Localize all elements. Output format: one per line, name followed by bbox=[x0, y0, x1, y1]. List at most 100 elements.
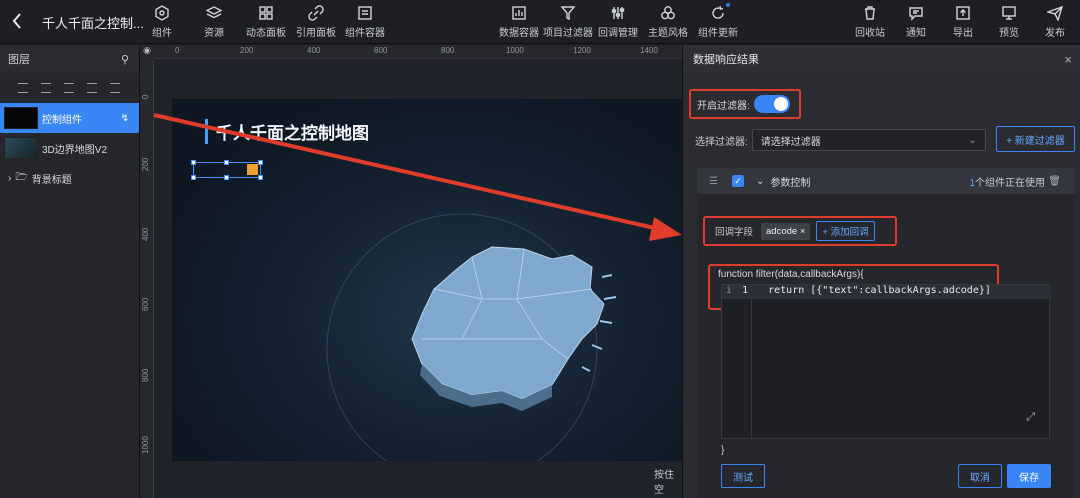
close-icon[interactable]: × bbox=[800, 226, 806, 237]
filter-label: 选择过滤器: bbox=[695, 136, 748, 148]
callback-manage-button[interactable]: 回调管理 bbox=[598, 3, 638, 41]
panel-header: 数据响应结果 × bbox=[683, 45, 1080, 73]
ruler-label: 200 bbox=[240, 46, 254, 55]
layer-item-control[interactable]: 控制组件 ↯ bbox=[0, 103, 139, 133]
ruler-label: 400 bbox=[307, 46, 321, 55]
move-bottom-icon[interactable] bbox=[41, 83, 51, 93]
reference-panel-button[interactable]: 引用面板 bbox=[296, 3, 336, 41]
ungroup-icon[interactable] bbox=[87, 83, 97, 93]
component-update-button[interactable]: 组件更新 bbox=[698, 3, 738, 41]
project-filter-button[interactable]: 项目过滤器 bbox=[543, 3, 593, 41]
resource-button[interactable]: 资源 bbox=[204, 3, 224, 41]
ruler-label: 1200 bbox=[573, 46, 591, 55]
canvas-stage[interactable]: 千人千面之控制地图 bbox=[172, 99, 682, 461]
move-top-icon[interactable] bbox=[18, 83, 28, 93]
layer-label: 控制组件 bbox=[42, 114, 82, 126]
publish-label: 发布 bbox=[1045, 28, 1065, 39]
dynamic-panel-button[interactable]: 动态面板 bbox=[246, 3, 286, 41]
group-icon[interactable] bbox=[64, 83, 74, 93]
preview-label: 预览 bbox=[999, 28, 1019, 39]
back-arrow-icon[interactable] bbox=[10, 11, 24, 31]
layer-item-map[interactable]: 3D边界地图V2 bbox=[0, 133, 139, 163]
component-label: 组件 bbox=[152, 28, 172, 39]
trash-icon[interactable]: 🗑 bbox=[1048, 176, 1061, 187]
recycle-bin-button[interactable]: 回收站 bbox=[855, 3, 885, 41]
code-editor[interactable]: i 1 return [{"text":callbackArgs.adcode}… bbox=[721, 284, 1051, 440]
search-icon[interactable]: ⚲ bbox=[121, 53, 129, 66]
callback-field-row: 回调字段 adcode × + 添加回调 bbox=[703, 216, 897, 246]
export-button[interactable]: 导出 bbox=[953, 3, 973, 41]
preview-icon bbox=[1001, 5, 1017, 21]
theme-style-label: 主题风格 bbox=[648, 28, 688, 39]
add-callback-button[interactable]: + 添加回调 bbox=[816, 221, 875, 241]
ruler-label: 1400 bbox=[640, 46, 658, 55]
eye-icon[interactable]: ◉ bbox=[140, 45, 154, 59]
test-button[interactable]: 测试 bbox=[721, 464, 765, 488]
filter-icon bbox=[560, 5, 576, 21]
ruler-label: 600 bbox=[374, 46, 388, 55]
layer-label: 3D边界地图V2 bbox=[42, 144, 108, 156]
close-brace: } bbox=[721, 445, 725, 456]
expand-icon[interactable]: ⤢ bbox=[1026, 411, 1035, 424]
chevron-right-icon[interactable]: › bbox=[8, 173, 11, 184]
layer-item-background-title[interactable]: › 🗁 背景标题 bbox=[0, 163, 139, 193]
layer-toolbar bbox=[0, 73, 139, 103]
link-icon bbox=[308, 5, 324, 21]
filter-select[interactable]: 请选择过滤器 ⌄ bbox=[751, 129, 986, 151]
ruler-top: 0 200 400 600 800 1000 1200 1400 bbox=[154, 45, 682, 59]
ruler-label: 1000 bbox=[506, 46, 524, 55]
data-container-label: 数据容器 bbox=[499, 28, 539, 39]
line-number: 1 bbox=[742, 285, 749, 296]
ruler-label: 800 bbox=[141, 368, 150, 382]
send-icon bbox=[1045, 5, 1064, 22]
editor-gutter bbox=[722, 285, 752, 440]
drag-handle-icon[interactable]: ☰ bbox=[709, 176, 718, 187]
save-button[interactable]: 保存 bbox=[1007, 464, 1051, 488]
code-line[interactable]: i 1 return [{"text":callbackArgs.adcode}… bbox=[722, 285, 1051, 299]
ruler-label: 1000 bbox=[141, 436, 150, 454]
card-header: ☰ ✓ ⌄ 参数控制 1个组件正在使用 🗑 bbox=[697, 168, 1075, 194]
ruler-label: 400 bbox=[141, 227, 150, 241]
canvas-hint: 按住空 bbox=[654, 470, 674, 496]
publish-button[interactable]: 发布 bbox=[1045, 3, 1065, 41]
cancel-button[interactable]: 取消 bbox=[958, 464, 1002, 488]
chevron-down-icon[interactable]: ⌄ bbox=[756, 176, 764, 187]
notify-button[interactable]: 通知 bbox=[906, 3, 926, 41]
ruler-left: 0 200 400 600 800 1000 bbox=[140, 59, 154, 498]
chevron-down-icon: ⌄ bbox=[968, 134, 977, 146]
chart-icon bbox=[511, 5, 527, 21]
notify-label: 通知 bbox=[906, 28, 926, 39]
filter-toggle-switch[interactable] bbox=[753, 95, 790, 113]
canvas-area[interactable]: ◉ 0 200 400 600 800 1000 1200 1400 0 200… bbox=[140, 45, 682, 498]
preview-button[interactable]: 预览 bbox=[999, 3, 1019, 41]
data-container-button[interactable]: 数据容器 bbox=[499, 3, 539, 41]
new-filter-button[interactable]: + 新建过滤器 bbox=[996, 126, 1075, 152]
enable-checkbox[interactable]: ✓ bbox=[731, 175, 744, 187]
close-icon[interactable]: × bbox=[1064, 52, 1072, 67]
toggle-label: 开启过滤器: bbox=[697, 100, 750, 112]
usage-text: 个组件正在使用 bbox=[975, 177, 1045, 189]
card-title: 参数控制 bbox=[770, 177, 811, 189]
component-container-button[interactable]: 组件容器 bbox=[345, 3, 385, 41]
ruler-label: 600 bbox=[141, 297, 150, 311]
filter-placeholder: 请选择过滤器 bbox=[760, 136, 821, 148]
callback-tag-label: adcode bbox=[766, 225, 798, 237]
dynamic-panel-icon bbox=[258, 5, 274, 21]
component-button[interactable]: 组件 bbox=[152, 3, 172, 41]
lightning-icon: ↯ bbox=[120, 112, 129, 124]
layers-header: 图层 ⚲ bbox=[0, 45, 139, 73]
recycle-bin-label: 回收站 bbox=[855, 28, 885, 39]
theme-style-button[interactable]: 主题风格 bbox=[648, 3, 688, 41]
callback-tag[interactable]: adcode × bbox=[761, 222, 811, 240]
sliders-icon bbox=[610, 5, 626, 21]
project-filter-label: 项目过滤器 bbox=[543, 28, 593, 39]
data-response-panel: 数据响应结果 × 开启过滤器: 选择过滤器: 请选择过滤器 ⌄ + 新建过滤器 … bbox=[682, 45, 1080, 498]
ruler-label: 200 bbox=[141, 157, 150, 171]
container-icon bbox=[357, 5, 373, 21]
layer-thumbnail bbox=[4, 107, 38, 129]
list-icon[interactable] bbox=[110, 83, 120, 93]
reference-panel-label: 引用面板 bbox=[296, 28, 336, 39]
callback-manage-label: 回调管理 bbox=[598, 28, 638, 39]
ruler-label: 0 bbox=[175, 46, 180, 55]
resource-label: 资源 bbox=[204, 28, 224, 39]
